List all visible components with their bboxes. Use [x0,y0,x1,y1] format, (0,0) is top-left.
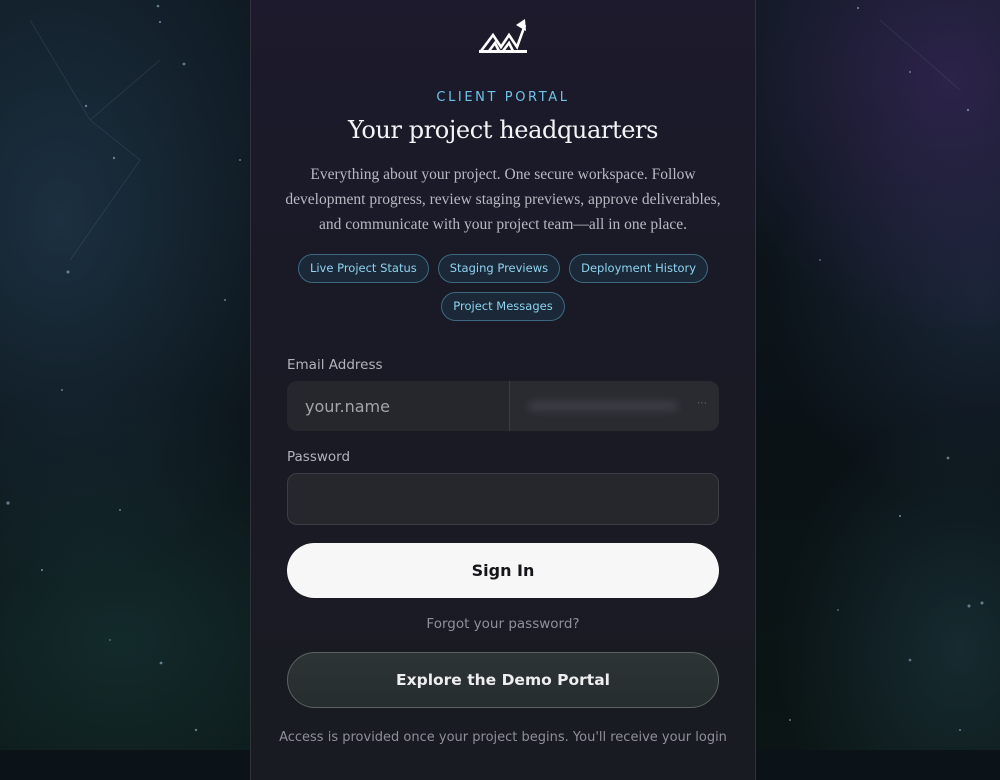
page-title: Your project headquarters [348,116,658,144]
feature-tag-project-messages: Project Messages [441,292,565,321]
email-field[interactable] [287,381,509,431]
email-label: Email Address [287,357,383,373]
feature-tag-live-project-status: Live Project Status [297,254,429,283]
sign-in-button[interactable]: Sign In [287,543,719,598]
more-icon: ⋯ [697,398,707,409]
forgot-password-link[interactable]: Forgot your password? [250,616,756,632]
access-note: Access is provided once your project beg… [279,730,727,745]
feature-tag-deployment-history: Deployment History [569,254,709,283]
rising-chart-logo-icon [479,19,527,53]
password-label: Password [287,449,351,465]
explore-demo-button[interactable]: Explore the Demo Portal [287,652,719,708]
email-field-group: ⋯ [287,381,719,431]
portal-description: Everything about your project. One secur… [285,166,721,233]
email-domain-value-redacted [528,401,678,411]
feature-tags: Live Project Status Staging Previews Dep… [285,254,721,321]
feature-tag-staging-previews: Staging Previews [437,254,561,283]
password-field[interactable] [287,473,719,525]
email-domain-select[interactable]: ⋯ [510,381,719,431]
portal-eyebrow: CLIENT PORTAL [436,90,570,105]
